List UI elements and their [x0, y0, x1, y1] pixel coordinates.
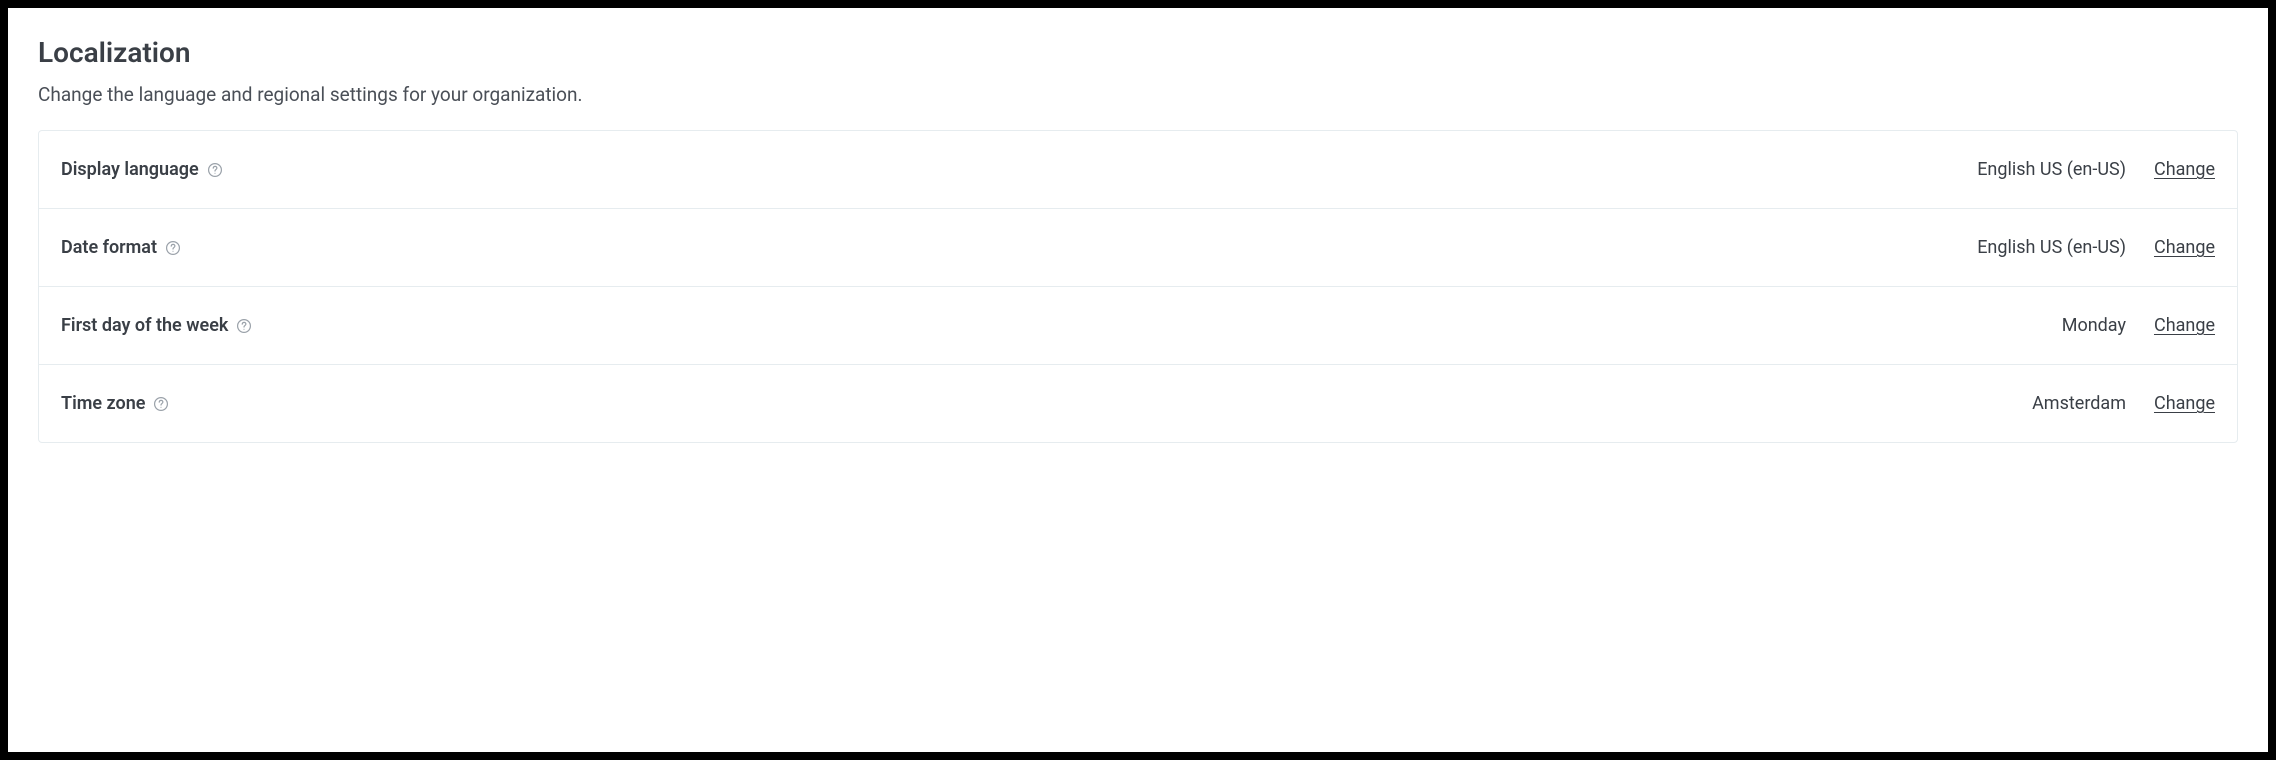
row-left: Date format [61, 237, 181, 258]
help-icon[interactable] [153, 396, 169, 412]
setting-value: English US (en-US) [1977, 237, 2126, 258]
localization-settings-page: Localization Change the language and reg… [8, 8, 2268, 752]
setting-row-display-language: Display language English US (en-US) Chan… [39, 131, 2237, 208]
change-link[interactable]: Change [2154, 315, 2215, 336]
setting-label: Time zone [61, 393, 145, 414]
help-icon[interactable] [236, 318, 252, 334]
change-link[interactable]: Change [2154, 237, 2215, 258]
setting-value: Monday [2062, 315, 2126, 336]
setting-row-date-format: Date format English US (en-US) Change [39, 208, 2237, 286]
settings-card: Display language English US (en-US) Chan… [38, 130, 2238, 443]
row-left: First day of the week [61, 315, 252, 336]
row-right: English US (en-US) Change [1977, 237, 2215, 258]
setting-label: First day of the week [61, 315, 228, 336]
setting-row-first-day-of-week: First day of the week Monday Change [39, 286, 2237, 364]
change-link[interactable]: Change [2154, 393, 2215, 414]
row-right: English US (en-US) Change [1977, 159, 2215, 180]
setting-label: Display language [61, 159, 199, 180]
help-icon[interactable] [165, 240, 181, 256]
setting-value: English US (en-US) [1977, 159, 2126, 180]
page-title: Localization [38, 36, 2238, 69]
setting-value: Amsterdam [2032, 393, 2126, 414]
row-left: Display language [61, 159, 223, 180]
change-link[interactable]: Change [2154, 159, 2215, 180]
page-subtitle: Change the language and regional setting… [38, 83, 2238, 106]
setting-row-time-zone: Time zone Amsterdam Change [39, 364, 2237, 442]
row-left: Time zone [61, 393, 169, 414]
setting-label: Date format [61, 237, 157, 258]
row-right: Amsterdam Change [2032, 393, 2215, 414]
help-icon[interactable] [207, 162, 223, 178]
row-right: Monday Change [2062, 315, 2215, 336]
